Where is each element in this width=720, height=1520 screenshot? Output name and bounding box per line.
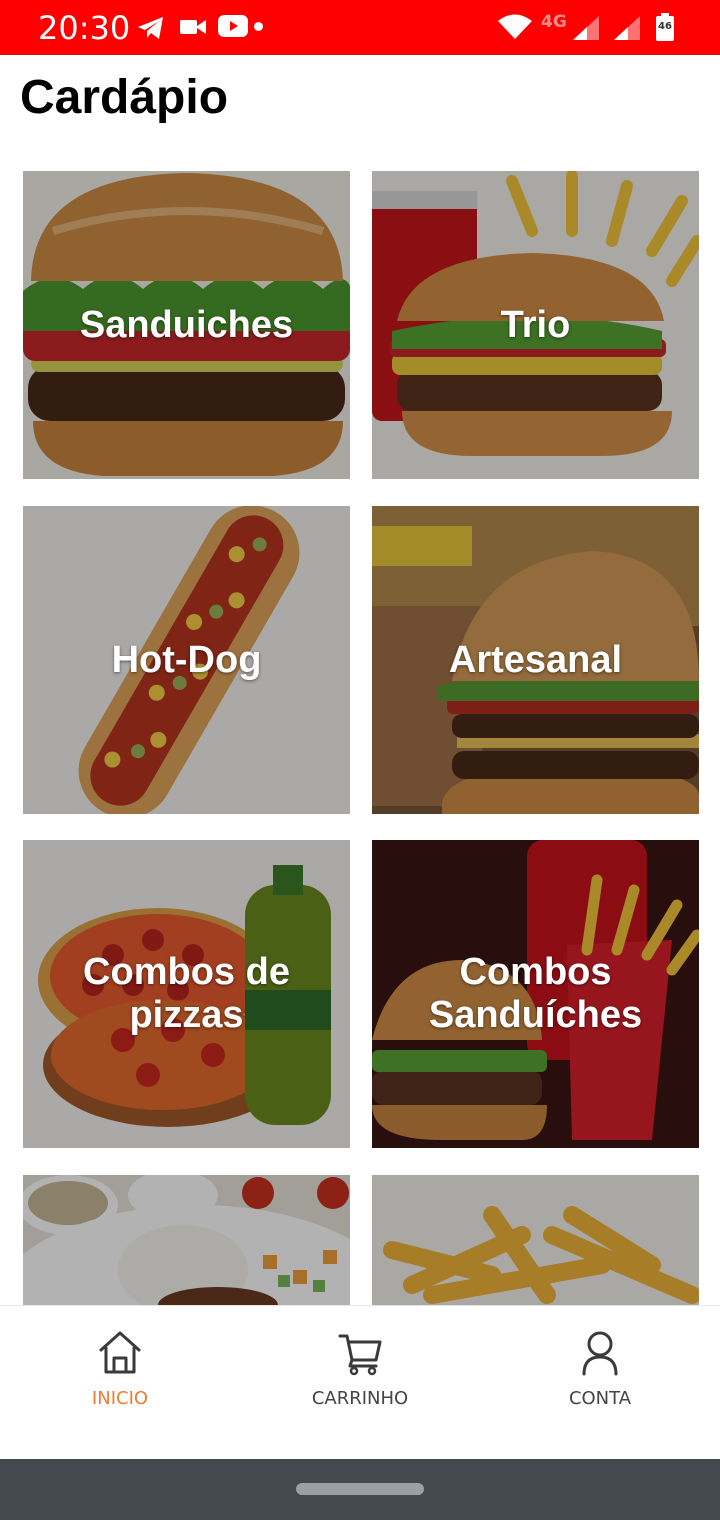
wifi-icon xyxy=(498,14,532,39)
nav-item-inicio[interactable]: INICIO xyxy=(0,1306,240,1460)
bottom-navigation: INICIO CARRINHO CONTA xyxy=(0,1305,720,1459)
category-label: Hot-Dog xyxy=(111,638,262,681)
video-camera-icon xyxy=(180,20,206,34)
category-tile-artesanal[interactable]: Artesanal xyxy=(372,506,699,814)
nav-label: CARRINHO xyxy=(311,1388,409,1409)
category-label xyxy=(372,1175,699,1305)
signal-icon xyxy=(614,16,640,40)
nav-label: INICIO xyxy=(91,1388,149,1409)
category-tile-trio[interactable]: Trio xyxy=(372,171,699,479)
nav-item-conta[interactable]: CONTA xyxy=(480,1306,720,1460)
page-title: Cardápio xyxy=(20,71,229,124)
nav-item-carrinho[interactable]: CARRINHO xyxy=(240,1306,480,1460)
category-label: Combos Sanduíches xyxy=(428,951,643,1036)
network-type-label: 4G xyxy=(541,12,567,32)
home-gesture-handle[interactable] xyxy=(296,1483,424,1495)
category-tile-combos-de-pizzas[interactable]: Combos de pizzas xyxy=(23,840,350,1148)
category-tile-sanduiches[interactable]: Sanduiches xyxy=(23,171,350,479)
cart-icon xyxy=(338,1334,382,1376)
system-navigation-bar xyxy=(0,1459,720,1520)
youtube-icon xyxy=(218,15,248,37)
category-tile-hot-dog[interactable]: Hot-Dog xyxy=(23,506,350,814)
user-icon xyxy=(582,1331,618,1376)
category-label: Trio xyxy=(500,303,571,346)
home-icon xyxy=(99,1331,141,1374)
status-time: 20:30 xyxy=(38,9,131,47)
category-grid: Cardápio Sanduiches Trio Hot-Dog Artesan… xyxy=(0,0,720,1305)
category-label: Sanduiches xyxy=(79,303,294,346)
telegram-icon xyxy=(138,17,163,39)
category-label: Combos de pizzas xyxy=(83,951,290,1036)
category-label: Artesanal xyxy=(448,638,623,681)
category-tile-combos-sanduiches[interactable]: Combos Sanduíches xyxy=(372,840,699,1148)
category-tile-fries[interactable] xyxy=(372,1175,699,1305)
category-label xyxy=(23,1175,350,1305)
signal-icon xyxy=(573,16,599,40)
battery-level: 46 xyxy=(658,21,672,32)
notification-dot-icon xyxy=(254,22,263,31)
battery-icon: 46 xyxy=(656,13,674,41)
nav-label: CONTA xyxy=(568,1388,632,1409)
screen: Cardápio Sanduiches Trio Hot-Dog Artesan… xyxy=(0,0,720,1520)
category-tile-plate[interactable] xyxy=(23,1175,350,1305)
status-bar: 20:30 4G 46 xyxy=(0,0,720,55)
